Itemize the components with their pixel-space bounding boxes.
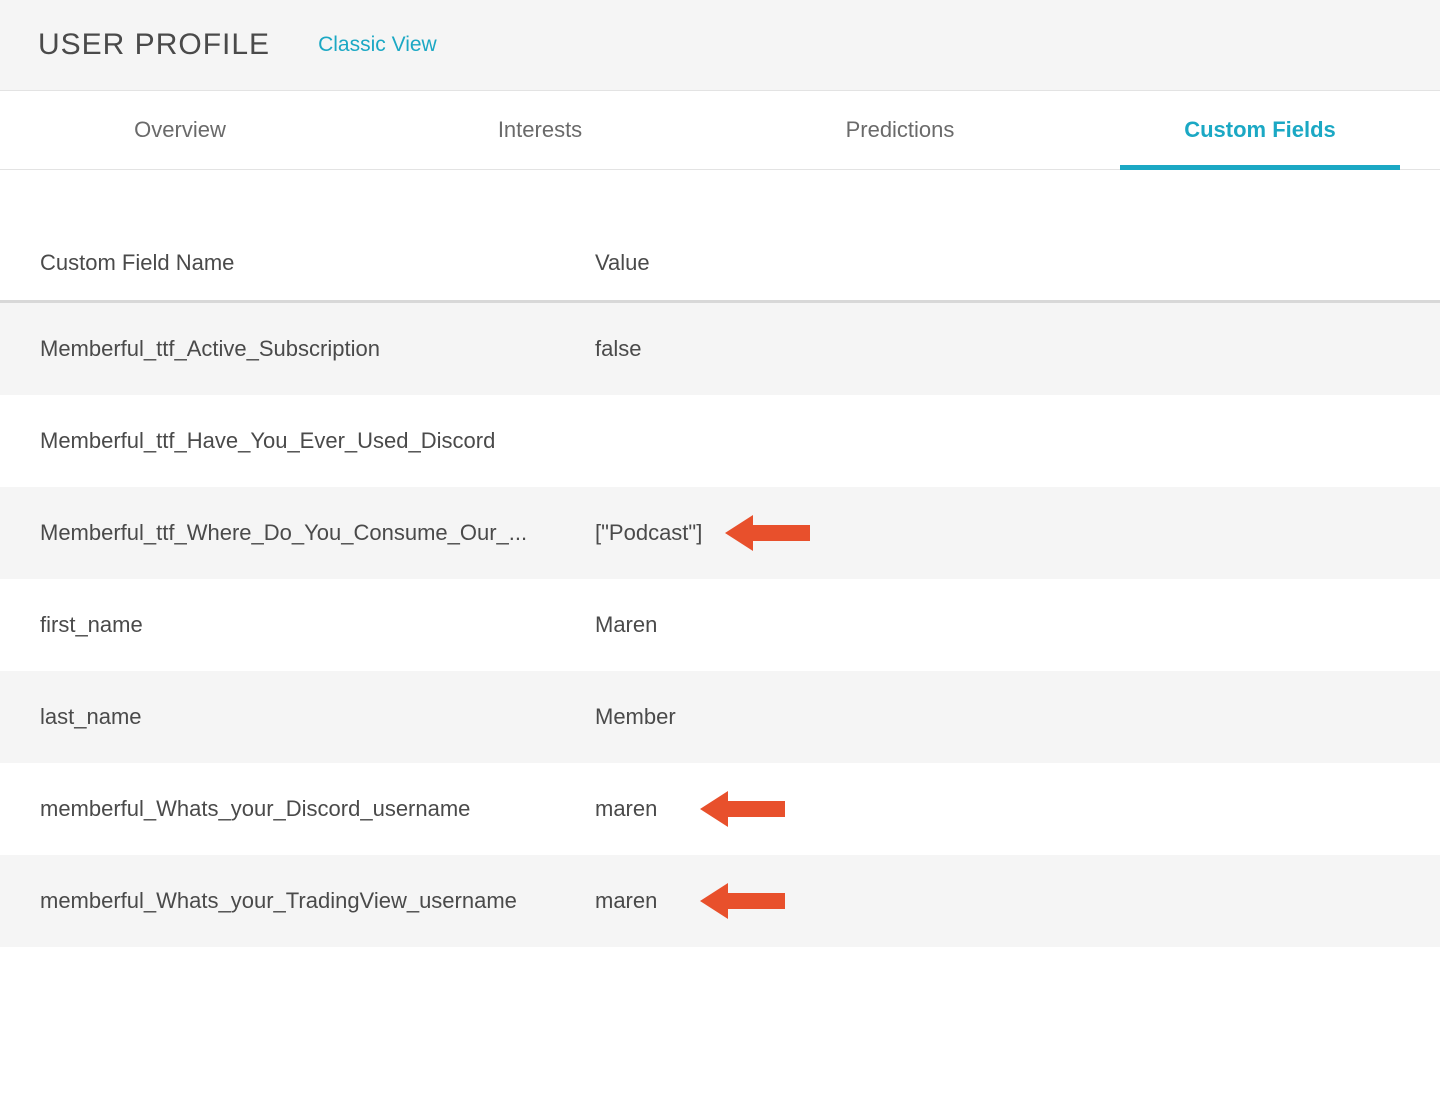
table-body: Memberful_ttf_Active_Subscription false … [0,303,1440,947]
value-text: Maren [595,612,657,638]
value-text: false [595,336,641,362]
cell-field-name: Memberful_ttf_Have_You_Ever_Used_Discord [40,428,595,454]
table-row: Memberful_ttf_Active_Subscription false [0,303,1440,395]
arrow-annotation-icon [725,511,810,555]
content-area: Custom Field Name Value Memberful_ttf_Ac… [0,170,1440,947]
table-row: Memberful_ttf_Have_You_Ever_Used_Discord [0,395,1440,487]
custom-fields-table: Custom Field Name Value Memberful_ttf_Ac… [0,250,1440,947]
column-header-value: Value [595,250,1400,276]
page-header: USER PROFILE Classic View [0,0,1440,91]
arrow-annotation-icon [700,787,785,831]
cell-field-value: maren [595,796,1400,822]
cell-field-name: memberful_Whats_your_TradingView_usernam… [40,888,595,914]
tab-predictions[interactable]: Predictions [720,91,1080,169]
tab-custom-fields[interactable]: Custom Fields [1080,91,1440,169]
cell-field-name: Memberful_ttf_Where_Do_You_Consume_Our_.… [40,520,595,546]
page-title: USER PROFILE [38,28,270,62]
cell-field-name: last_name [40,704,595,730]
tab-interests[interactable]: Interests [360,91,720,169]
value-text: maren [595,796,657,822]
classic-view-link[interactable]: Classic View [318,33,437,57]
cell-field-value: ["Podcast"] [595,520,1400,546]
value-text: ["Podcast"] [595,520,702,546]
table-row: Memberful_ttf_Where_Do_You_Consume_Our_.… [0,487,1440,579]
column-header-name: Custom Field Name [40,250,595,276]
tab-overview[interactable]: Overview [0,91,360,169]
value-text: Member [595,704,676,730]
cell-field-name: Memberful_ttf_Active_Subscription [40,336,595,362]
table-row: memberful_Whats_your_TradingView_usernam… [0,855,1440,947]
table-row: memberful_Whats_your_Discord_username ma… [0,763,1440,855]
cell-field-name: first_name [40,612,595,638]
tabs-container: Overview Interests Predictions Custom Fi… [0,91,1440,170]
arrow-annotation-icon [700,879,785,923]
cell-field-value: maren [595,888,1400,914]
cell-field-value: Member [595,704,1400,730]
value-text: maren [595,888,657,914]
cell-field-value: false [595,336,1400,362]
cell-field-value: Maren [595,612,1400,638]
cell-field-name: memberful_Whats_your_Discord_username [40,796,595,822]
table-header: Custom Field Name Value [0,250,1440,303]
table-row: first_name Maren [0,579,1440,671]
table-row: last_name Member [0,671,1440,763]
